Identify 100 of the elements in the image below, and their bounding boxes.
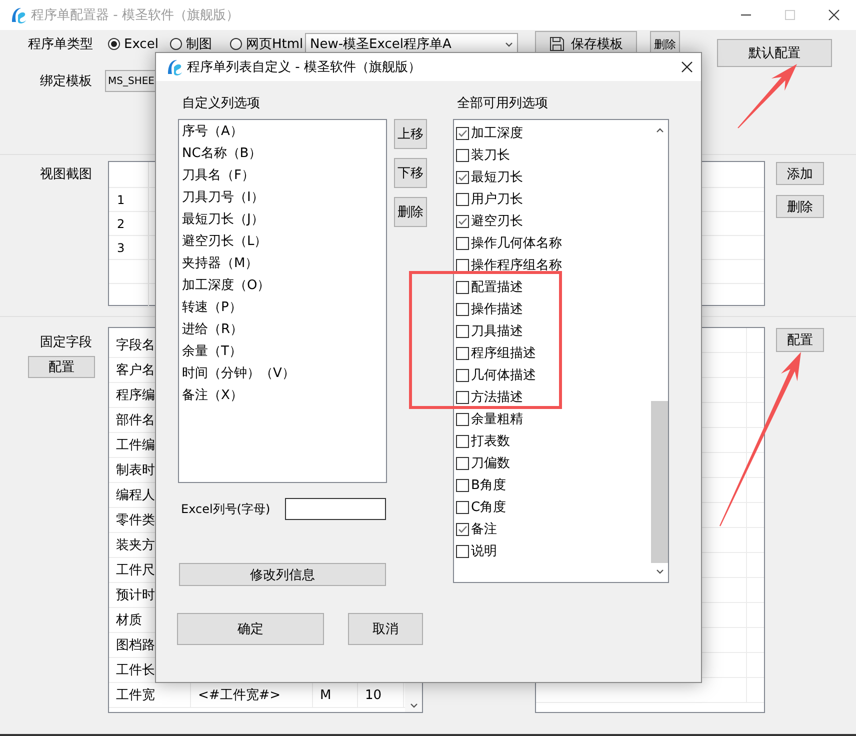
- checkbox-label: 加工深度: [471, 125, 523, 142]
- checkbox[interactable]: [456, 236, 469, 250]
- table-cell-text: 制表时: [116, 462, 155, 479]
- checkbox[interactable]: [456, 170, 469, 184]
- checkbox[interactable]: [456, 368, 469, 382]
- checkbox[interactable]: [456, 544, 469, 558]
- move-button[interactable]: 删除: [394, 197, 427, 227]
- list-item[interactable]: 转速（P）: [179, 296, 386, 318]
- annotation-arrow: [738, 64, 797, 128]
- checkbox-label: 操作几何体名称: [471, 235, 562, 252]
- list-item[interactable]: 进给（R）: [179, 318, 386, 340]
- table-cell-text: <#工件宽#>: [198, 687, 281, 704]
- config-button[interactable]: 配置: [776, 328, 824, 352]
- checkbox-label: 操作程序组名称: [471, 257, 562, 274]
- section-label: 视图截图: [39, 166, 93, 184]
- side-button[interactable]: 添加: [776, 162, 824, 185]
- checkbox-label: 备注: [471, 521, 497, 538]
- table-cell-text: 工件编: [116, 437, 155, 454]
- close-icon[interactable]: [681, 61, 693, 73]
- scroll-thumb[interactable]: [651, 401, 668, 563]
- close-icon[interactable]: [828, 9, 840, 21]
- table-cell-text: 图档路: [116, 637, 155, 654]
- checkbox-label: 避空刃长: [471, 213, 523, 230]
- list-item[interactable]: 刀具名（F）: [179, 164, 386, 186]
- table-cell: 1: [117, 192, 125, 206]
- checkbox[interactable]: [456, 280, 469, 294]
- list-item[interactable]: 最短刀长（J）: [179, 208, 386, 230]
- checkbox-label: 操作描述: [471, 301, 523, 318]
- table-cell-text: 部件名: [116, 412, 155, 429]
- table-cell-text: 工件长: [116, 662, 155, 679]
- config-button[interactable]: 配置: [28, 356, 95, 378]
- field-label: 绑定模板: [40, 73, 93, 90]
- list-item[interactable]: 刀具刀号（I）: [179, 186, 386, 208]
- group-label: 全部可用列选项: [456, 95, 549, 113]
- checkbox[interactable]: [456, 478, 469, 492]
- table-cell: 10: [365, 688, 382, 702]
- checkbox-label: 方法描述: [471, 389, 523, 406]
- default-config-button[interactable]: 默认配置: [717, 39, 832, 67]
- move-button[interactable]: 下移: [394, 158, 427, 188]
- list-item[interactable]: 加工深度（O）: [179, 274, 386, 296]
- checkbox-label: B角度: [471, 477, 506, 494]
- checkbox[interactable]: [456, 434, 469, 448]
- field-label: Excel列号(字母): [180, 500, 272, 518]
- checkbox-label: 刀偏数: [471, 455, 510, 472]
- table-cell-text: 零件类: [116, 512, 155, 529]
- radio-button[interactable]: 制图: [170, 35, 230, 53]
- list-item[interactable]: 余量（T）: [179, 340, 386, 362]
- checkbox-label: 用户刀长: [471, 191, 523, 208]
- checkbox-label: 刀具描述: [471, 323, 523, 340]
- radio-button[interactable]: Excel: [108, 36, 170, 52]
- window-title: 程序单配置器 - 模圣软件（旗舰版）: [31, 7, 240, 24]
- checkbox[interactable]: [456, 390, 469, 404]
- scroll-up-icon[interactable]: [656, 128, 664, 133]
- checkbox[interactable]: [456, 214, 469, 228]
- scroll-down-icon[interactable]: [656, 569, 664, 574]
- table-cell-text: 客户名: [116, 362, 155, 379]
- logo-icon: [165, 58, 183, 76]
- checkbox[interactable]: [456, 126, 469, 140]
- checkbox[interactable]: [456, 192, 469, 206]
- list-item[interactable]: 夹持器（M）: [179, 252, 386, 274]
- checkbox-label: 程序组描述: [471, 345, 536, 362]
- checkbox[interactable]: [456, 302, 469, 316]
- checkbox-label: 余量粗精: [471, 411, 523, 428]
- table-cell-text: 程序编: [116, 387, 155, 404]
- checkbox[interactable]: [456, 500, 469, 514]
- checkbox[interactable]: [456, 412, 469, 426]
- logo-icon: [9, 6, 27, 24]
- checkbox[interactable]: [456, 324, 469, 338]
- scroll-down-icon[interactable]: [410, 703, 418, 708]
- caret-icon: [505, 42, 513, 46]
- checkbox-label: 打表数: [471, 433, 510, 450]
- list-item[interactable]: 时间（分钟）（V）: [179, 362, 386, 384]
- checkbox[interactable]: [456, 456, 469, 470]
- dialog-title: 程序单列表自定义 - 模圣软件（旗舰版）: [187, 59, 422, 76]
- table-cell: M: [320, 688, 332, 702]
- list-item[interactable]: 备注（X）: [179, 384, 386, 406]
- ok-button[interactable]: 确定: [177, 613, 324, 645]
- list-item[interactable]: 避空刃长（L）: [179, 230, 386, 252]
- modify-button[interactable]: 修改列信息: [179, 563, 386, 586]
- table-cell: 2: [117, 216, 125, 230]
- list-item[interactable]: NC名称（B）: [179, 142, 386, 164]
- checkbox[interactable]: [456, 346, 469, 360]
- group-label: 自定义列选项: [181, 95, 261, 113]
- checkbox-label: 说明: [471, 543, 497, 560]
- list-item[interactable]: 序号（A）: [179, 120, 386, 142]
- move-button[interactable]: 上移: [394, 119, 427, 149]
- table-cell-text: 工件宽: [116, 687, 155, 704]
- input-field[interactable]: [285, 498, 386, 520]
- radio-button[interactable]: 网页Html: [230, 35, 305, 53]
- table-cell-text: 预计时: [116, 587, 155, 604]
- checkbox[interactable]: [456, 148, 469, 162]
- checkbox[interactable]: [456, 522, 469, 536]
- checkbox-label: 最短刀长: [471, 169, 523, 186]
- checkbox-label: 配置描述: [471, 279, 523, 296]
- table-cell-text: 装夹方: [116, 537, 155, 554]
- table-cell-text: 编程人: [116, 487, 155, 504]
- cancel-button[interactable]: 取消: [348, 613, 423, 645]
- checkbox-label: C角度: [471, 499, 506, 516]
- side-button[interactable]: 删除: [776, 195, 824, 218]
- checkbox[interactable]: [456, 258, 469, 272]
